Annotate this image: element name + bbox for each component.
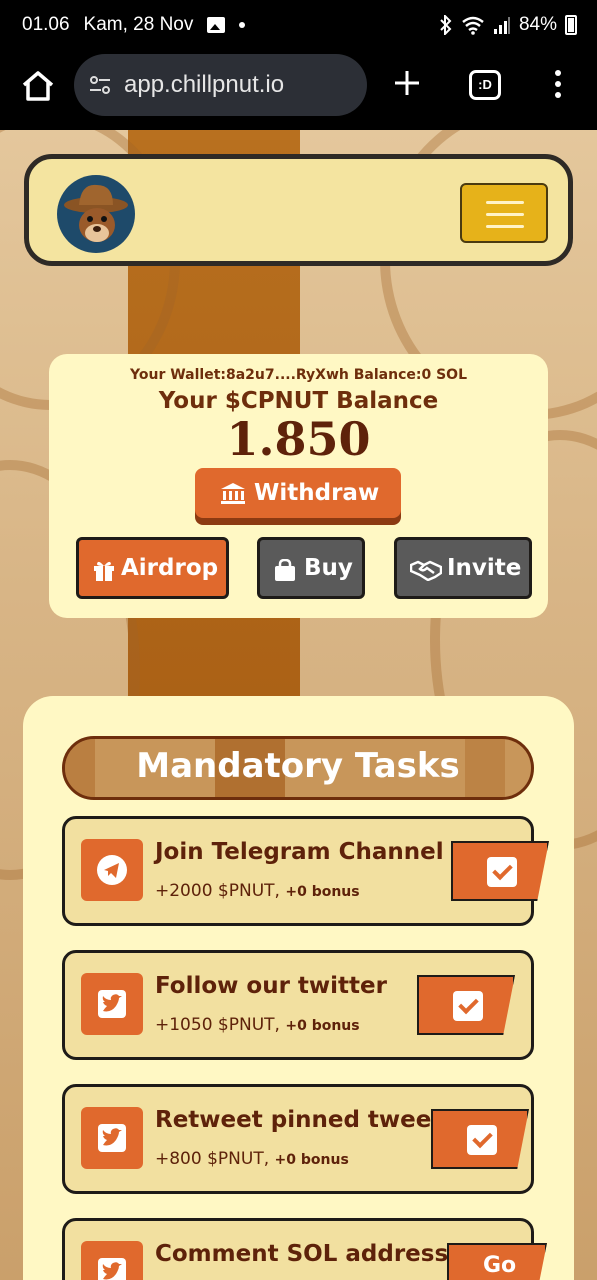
twitter-icon	[81, 1241, 143, 1280]
bluetooth-icon	[440, 15, 452, 35]
task-item[interactable]: Retweet pinned tweet +800 $PNUT, +0 bonu…	[62, 1084, 534, 1194]
shopping-bag-icon	[275, 559, 295, 581]
airdrop-label: Airdrop	[121, 555, 219, 581]
gallery-notification-icon	[207, 17, 226, 33]
tasks-banner: Mandatory Tasks	[62, 736, 534, 800]
tasks-card: Mandatory Tasks Join Telegram Channel +2…	[23, 696, 574, 1280]
wallet-info: Your Wallet:8a2u7....RyXwh Balance:0 SOL	[130, 367, 467, 383]
telegram-icon	[81, 839, 143, 901]
status-date: Kam, 28 Nov	[83, 14, 194, 35]
balance-card: Your Wallet:8a2u7....RyXwh Balance:0 SOL…	[49, 354, 548, 618]
twitter-icon	[81, 973, 143, 1035]
tab-switcher-button[interactable]: :D	[469, 70, 501, 100]
hamburger-menu-button[interactable]	[460, 183, 548, 243]
new-tab-icon[interactable]	[392, 68, 422, 98]
task-item[interactable]: Join Telegram Channel +2000 $PNUT, +0 bo…	[62, 816, 549, 926]
site-settings-icon[interactable]	[88, 73, 112, 97]
home-icon[interactable]	[20, 68, 56, 104]
task-completed-button[interactable]	[451, 841, 549, 901]
task-item[interactable]: Comment SOL address Go	[62, 1218, 547, 1280]
task-name: Comment SOL address	[155, 1241, 449, 1267]
web-page: Your Wallet:8a2u7....RyXwh Balance:0 SOL…	[0, 130, 597, 1280]
site-header	[24, 154, 573, 266]
wifi-icon	[462, 16, 484, 35]
more-notifications-icon	[239, 22, 246, 28]
gift-icon	[94, 561, 114, 581]
twitter-icon	[81, 1107, 143, 1169]
battery-percent: 84%	[518, 14, 557, 35]
bank-icon	[221, 483, 245, 504]
task-reward: +1050 $PNUT, +0 bonus	[155, 1015, 360, 1035]
task-completed-button[interactable]	[431, 1109, 529, 1169]
balance-amount: 1.850	[226, 412, 371, 466]
invite-button[interactable]: Invite	[394, 537, 532, 599]
task-name: Retweet pinned tweet	[155, 1107, 443, 1133]
task-reward: +2000 $PNUT, +0 bonus	[155, 881, 360, 901]
checkmark-icon	[487, 857, 517, 887]
status-bar: 01.06 Kam, 28 Nov 84%	[0, 0, 597, 50]
buy-button[interactable]: Buy	[257, 537, 365, 599]
task-name: Follow our twitter	[155, 973, 387, 999]
address-bar[interactable]: app.chillpnut.io	[74, 54, 367, 116]
task-item[interactable]: Follow our twitter +1050 $PNUT, +0 bonus	[62, 950, 534, 1060]
task-completed-button[interactable]	[417, 975, 515, 1035]
task-go-button[interactable]: Go	[447, 1243, 547, 1280]
buy-label: Buy	[304, 555, 353, 581]
battery-icon	[565, 15, 577, 35]
checkmark-icon	[453, 991, 483, 1021]
status-time: 01.06	[22, 14, 70, 35]
airdrop-button[interactable]: Airdrop	[76, 537, 229, 599]
invite-label: Invite	[447, 555, 522, 581]
balance-label: Your $CPNUT Balance	[158, 388, 439, 414]
task-reward: +800 $PNUT, +0 bonus	[155, 1149, 349, 1169]
handshake-icon	[410, 560, 442, 581]
chillpnut-logo[interactable]	[57, 175, 135, 253]
checkmark-icon	[467, 1125, 497, 1155]
withdraw-label: Withdraw	[254, 480, 380, 506]
signal-icon	[493, 17, 510, 34]
url-text[interactable]: app.chillpnut.io	[124, 71, 284, 99]
more-options-icon[interactable]	[550, 70, 566, 100]
browser-toolbar: app.chillpnut.io :D	[0, 50, 597, 130]
tasks-title: Mandatory Tasks	[136, 746, 460, 786]
task-name: Join Telegram Channel	[155, 839, 444, 865]
go-label: Go	[483, 1253, 517, 1278]
withdraw-button[interactable]: Withdraw	[195, 468, 401, 518]
